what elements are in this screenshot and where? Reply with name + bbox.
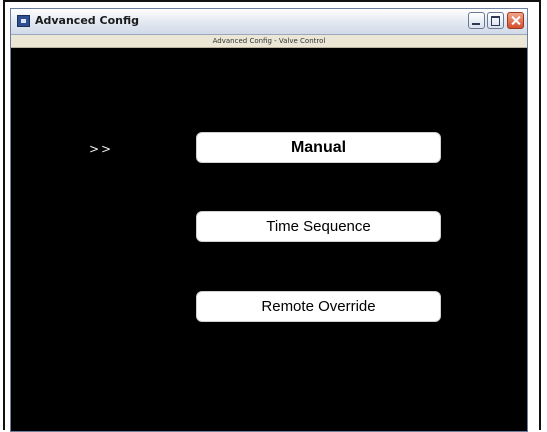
manual-button[interactable]: Manual — [196, 132, 441, 163]
maximize-icon[interactable] — [487, 12, 504, 29]
title-bar[interactable]: Advanced Config — [11, 9, 527, 35]
minimize-icon[interactable] — [468, 12, 485, 29]
app-window-icon — [17, 15, 30, 27]
selection-indicator: >> — [89, 142, 114, 156]
remote-override-button[interactable]: Remote Override — [196, 291, 441, 322]
time-sequence-button[interactable]: Time Sequence — [196, 211, 441, 242]
page-subtitle: Advanced Config - Valve Control — [11, 35, 527, 48]
window-title: Advanced Config — [35, 14, 139, 27]
close-icon[interactable] — [507, 12, 524, 29]
advanced-config-window: Advanced Config Advanced Config - Valve … — [10, 8, 528, 432]
